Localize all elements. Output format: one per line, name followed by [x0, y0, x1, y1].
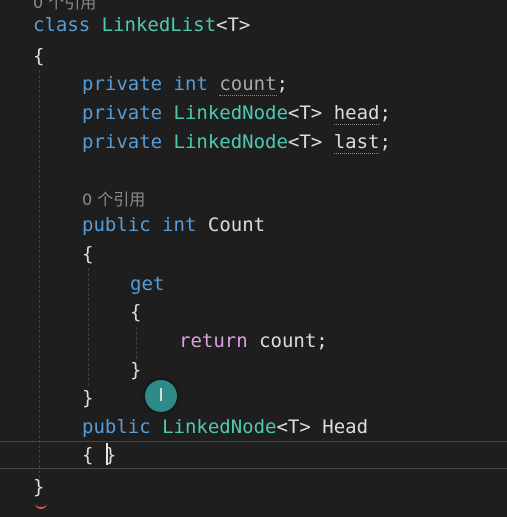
field-last: private LinkedNode<T> last; — [82, 128, 391, 156]
class-keyword: class — [33, 14, 91, 36]
getter-open-brace: { — [130, 298, 141, 326]
brace: { — [82, 243, 94, 265]
count-property-declaration: public int Count — [82, 211, 265, 239]
field-type-generic: <T> — [287, 131, 323, 153]
brace: } — [33, 476, 45, 498]
i-beam-icon: I — [158, 385, 164, 406]
field-modifier: private — [82, 102, 163, 124]
field-type-generic: <T> — [287, 102, 323, 124]
property-name: Head — [322, 416, 369, 438]
semicolon: ; — [379, 131, 391, 153]
brace: { — [130, 301, 142, 323]
brace-open: { — [82, 444, 105, 466]
field-modifier: private — [82, 131, 163, 153]
head-property-declaration: public LinkedNode<T> Head — [82, 413, 368, 441]
return-value: count — [259, 330, 317, 352]
property-name: Count — [207, 214, 266, 236]
semicolon: ; — [379, 102, 391, 124]
head-property-body[interactable]: { } — [82, 441, 116, 469]
property-type-generic: <T> — [276, 416, 311, 438]
class-close-brace: } — [33, 473, 44, 501]
property-modifier: public — [82, 214, 151, 236]
property-close-brace: } — [82, 384, 93, 412]
property-modifier: public — [82, 416, 151, 438]
get-keyword: get — [130, 273, 165, 295]
current-line-highlight — [0, 441, 507, 469]
field-type: int — [173, 73, 208, 95]
semicolon: ; — [276, 73, 288, 95]
class-type-param: <T> — [216, 14, 251, 36]
class-declaration: class LinkedList<T> — [33, 11, 250, 39]
code-editor[interactable]: 0 个引用 class LinkedList<T> { private int … — [0, 0, 507, 517]
field-name: count — [219, 73, 277, 96]
brace-close: } — [104, 444, 117, 466]
semicolon: ; — [316, 330, 328, 352]
property-type: LinkedNode — [162, 416, 277, 438]
field-name: last — [333, 131, 380, 154]
brace: { — [33, 45, 45, 67]
mouse-cursor-highlight: I — [145, 380, 177, 412]
field-count: private int count; — [82, 70, 288, 98]
error-squiggle — [35, 503, 47, 509]
property-type: int — [162, 214, 197, 236]
indent-guide-class — [39, 70, 40, 478]
class-name: LinkedList — [101, 14, 217, 36]
brace: } — [82, 387, 94, 409]
codelens-references-count[interactable]: 0 个引用 — [82, 189, 145, 211]
field-type: LinkedNode — [173, 102, 288, 124]
return-keyword: return — [179, 330, 248, 352]
indent-guide-getter — [136, 327, 137, 359]
getter-close-brace: } — [130, 356, 141, 384]
field-type: LinkedNode — [173, 131, 288, 153]
field-modifier: private — [82, 73, 163, 95]
field-head: private LinkedNode<T> head; — [82, 99, 391, 127]
field-name: head — [333, 102, 380, 125]
getter-line: get — [130, 270, 164, 298]
indent-guide-property — [88, 268, 89, 386]
brace: } — [130, 359, 142, 381]
return-statement: return count; — [179, 327, 328, 355]
class-open-brace: { — [33, 42, 44, 70]
property-open-brace: { — [82, 240, 93, 268]
